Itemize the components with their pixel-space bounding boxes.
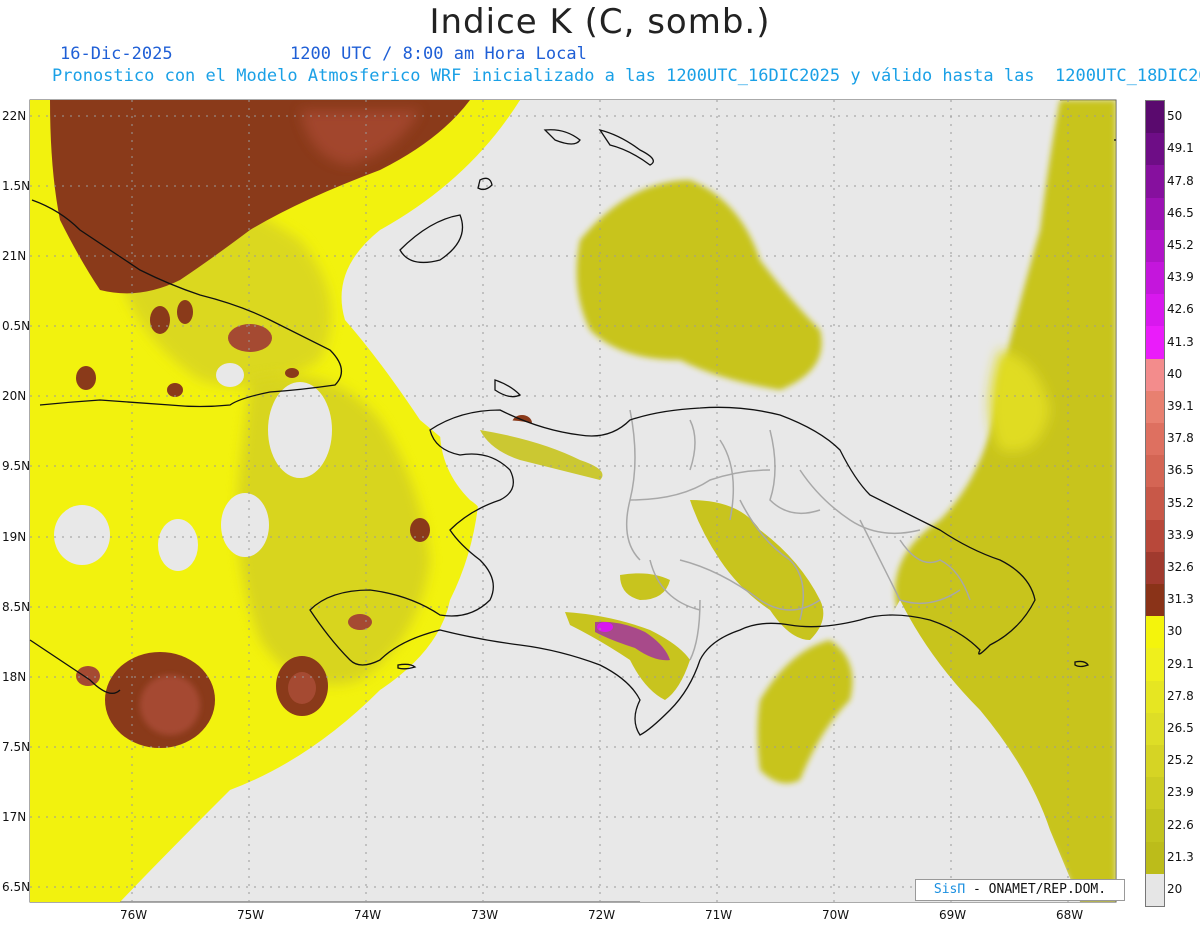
colorbar-segment bbox=[1146, 229, 1164, 263]
brown-spot-3 bbox=[150, 306, 170, 334]
lon-label: 70W bbox=[822, 908, 850, 922]
colorbar-segment bbox=[1146, 745, 1164, 778]
lat-label: 20N bbox=[2, 389, 27, 403]
colorbar-label: 40 bbox=[1167, 366, 1183, 381]
colorbar-label: 45.2 bbox=[1167, 237, 1194, 252]
colorbar-segment bbox=[1146, 262, 1164, 295]
lon-label: 73W bbox=[471, 908, 499, 922]
lat-label: 22N bbox=[2, 109, 27, 123]
colorbar-label: 41.3 bbox=[1167, 334, 1194, 349]
colorbar-segment bbox=[1146, 294, 1164, 327]
colorbar bbox=[1145, 100, 1165, 907]
lon-label: 72W bbox=[588, 908, 616, 922]
colorbar-label: 25.2 bbox=[1167, 753, 1194, 768]
lat-label: 17N bbox=[2, 810, 27, 824]
colorbar-segment bbox=[1146, 519, 1164, 553]
colorbar-label: 29.1 bbox=[1167, 656, 1194, 671]
brown-spot-8 bbox=[76, 666, 100, 686]
brown-spot-2 bbox=[76, 366, 96, 390]
colorbar-segment bbox=[1146, 680, 1164, 714]
grey-hole-2 bbox=[54, 505, 110, 565]
lon-label: 75W bbox=[237, 908, 265, 922]
colorbar-label: 36.5 bbox=[1167, 463, 1194, 478]
colorbar-segment bbox=[1146, 873, 1164, 907]
colorbar-segment bbox=[1146, 648, 1164, 682]
brown-spot-7 bbox=[285, 368, 299, 378]
colorbar-label: 37.8 bbox=[1167, 431, 1194, 446]
grey-hole-3 bbox=[221, 493, 269, 557]
lat-label: 7.5N bbox=[2, 740, 31, 754]
lat-label: 0.5N bbox=[2, 319, 31, 333]
colorbar-label: 43.9 bbox=[1167, 270, 1194, 285]
lat-label: 18N bbox=[2, 670, 27, 684]
lat-label: 21N bbox=[2, 249, 27, 263]
colorbar-segment bbox=[1146, 777, 1164, 810]
colorbar-segment bbox=[1146, 809, 1164, 843]
colorbar-segment bbox=[1146, 197, 1164, 231]
grey-hole-4 bbox=[158, 519, 198, 571]
colorbar-segment bbox=[1146, 616, 1164, 649]
colorbar-segment bbox=[1146, 390, 1164, 424]
colorbar-label: 35.2 bbox=[1167, 495, 1194, 510]
lon-label: 76W bbox=[120, 908, 148, 922]
colorbar-segment bbox=[1146, 165, 1164, 199]
colorbar-segment bbox=[1146, 358, 1164, 392]
colorbar-label: 49.1 bbox=[1167, 141, 1194, 156]
colorbar-label: 47.8 bbox=[1167, 173, 1194, 188]
lon-label: 68W bbox=[1056, 908, 1084, 922]
colorbar-segment bbox=[1146, 133, 1164, 166]
colorbar-label: 21.3 bbox=[1167, 849, 1194, 864]
colorbar-segment bbox=[1146, 841, 1164, 875]
lon-label: 71W bbox=[705, 908, 733, 922]
colorbar-segment bbox=[1146, 455, 1164, 488]
brown-spot-4 bbox=[177, 300, 193, 324]
k-index-map bbox=[29, 99, 1117, 903]
colorbar-label: 22.6 bbox=[1167, 817, 1194, 832]
grey-hole-5 bbox=[216, 363, 244, 387]
colorbar-label: 50 bbox=[1167, 109, 1183, 124]
lat-label: 8.5N bbox=[2, 600, 31, 614]
colorbar-segment bbox=[1146, 551, 1164, 585]
credit-text: - ONAMET/REP.DOM. bbox=[973, 882, 1107, 897]
magenta-peak bbox=[597, 622, 613, 632]
brown-spot-5 bbox=[228, 324, 272, 352]
brand-logo: SisΠ bbox=[933, 882, 966, 897]
colorbar-label: 26.5 bbox=[1167, 720, 1194, 735]
brown-sw-core bbox=[140, 675, 200, 735]
brown-spot-6 bbox=[167, 383, 183, 397]
colorbar-segment bbox=[1146, 101, 1164, 134]
colorbar-label: 20 bbox=[1167, 881, 1183, 896]
colorbar-segment bbox=[1146, 584, 1164, 617]
colorbar-label: 31.3 bbox=[1167, 592, 1194, 607]
colorbar-label: 33.9 bbox=[1167, 527, 1194, 542]
colorbar-segment bbox=[1146, 326, 1164, 360]
colorbar-label: 39.1 bbox=[1167, 398, 1194, 413]
colorbar-label: 32.6 bbox=[1167, 559, 1194, 574]
colorbar-label: 23.9 bbox=[1167, 785, 1194, 800]
map-title: Indice K (C, somb.) bbox=[429, 2, 771, 42]
time-label: 1200 UTC / 8:00 am Hora Local bbox=[290, 44, 587, 64]
colorbar-label: 30 bbox=[1167, 624, 1183, 639]
colorbar-segment bbox=[1146, 712, 1164, 746]
lat-label: 1.5N bbox=[2, 179, 31, 193]
colorbar-label: 27.8 bbox=[1167, 688, 1194, 703]
lat-label: 19N bbox=[2, 530, 27, 544]
brown-spot-9 bbox=[348, 614, 372, 630]
colorbar-label: 42.6 bbox=[1167, 302, 1194, 317]
lon-label: 74W bbox=[354, 908, 382, 922]
brown-spot-1 bbox=[410, 518, 430, 542]
lon-label: 69W bbox=[939, 908, 967, 922]
date-label: 16-Dic-2025 bbox=[60, 44, 173, 64]
lat-label: 6.5N bbox=[2, 880, 31, 894]
credit-box: SisΠ - ONAMET/REP.DOM. bbox=[915, 879, 1125, 901]
lat-label: 9.5N bbox=[2, 459, 31, 473]
colorbar-segment bbox=[1146, 423, 1164, 456]
grey-hole-1 bbox=[268, 382, 332, 478]
colorbar-segment bbox=[1146, 487, 1164, 521]
forecast-description: Pronostico con el Modelo Atmosferico WRF… bbox=[52, 66, 1200, 86]
colorbar-label: 46.5 bbox=[1167, 205, 1194, 220]
